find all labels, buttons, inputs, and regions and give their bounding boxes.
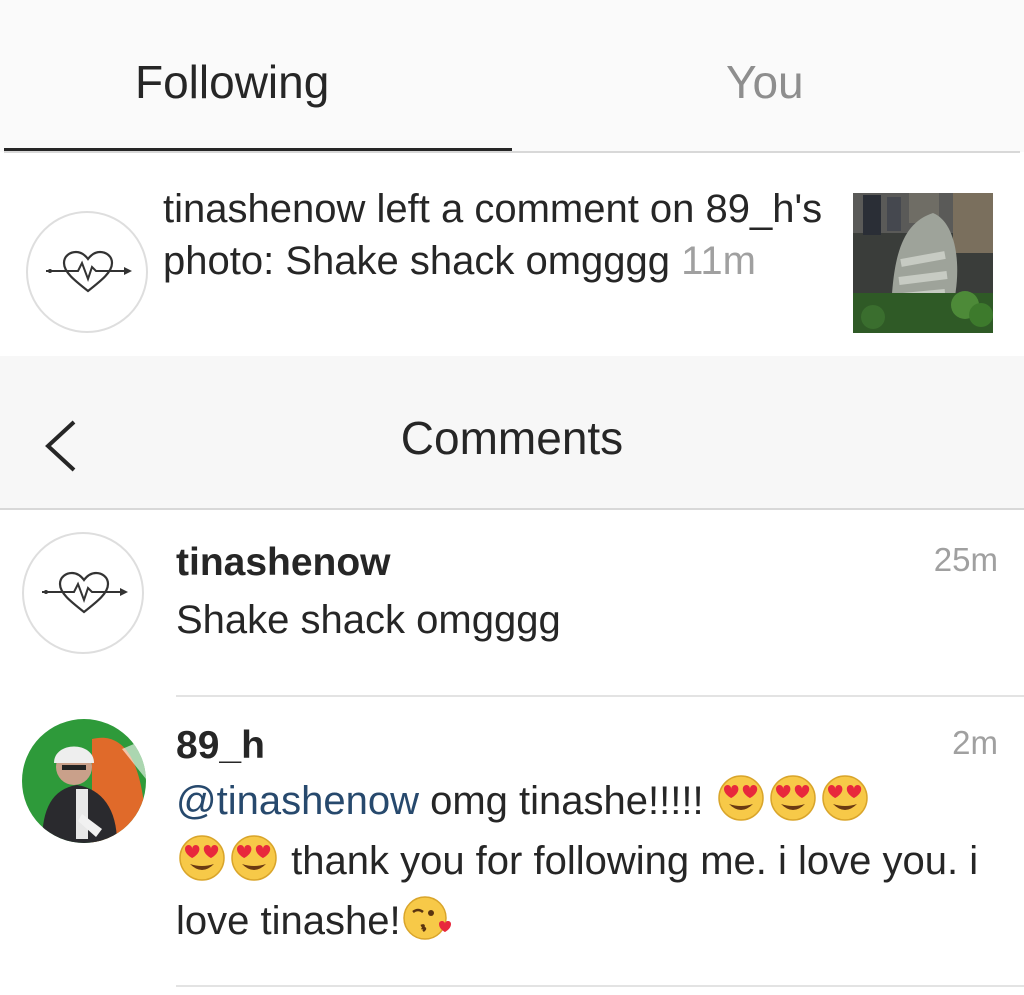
kissing-heart-emoji: [402, 894, 451, 942]
heartbeat-heart-icon: [42, 571, 128, 614]
photo-thumbnail[interactable]: [853, 193, 993, 333]
notification-item[interactable]: tinashenow left a comment on 89_h's phot…: [0, 153, 1024, 356]
heart-eyes-emoji: [821, 774, 869, 822]
avatar[interactable]: [26, 211, 148, 333]
comments-header: Comments: [0, 356, 1024, 510]
activity-tabs: Following You: [0, 0, 1024, 153]
comment-item: tinashenow 25m Shake shack omgggg: [0, 510, 1024, 696]
comment-text: Shake shack omgggg: [176, 598, 561, 642]
mention-link[interactable]: @tinashenow: [176, 779, 419, 823]
heartbeat-heart-icon: [46, 250, 132, 293]
heart-eyes-emoji: [717, 774, 765, 822]
heart-eyes-emoji: [230, 834, 278, 882]
notification-text: tinashenow left a comment on 89_h's phot…: [163, 183, 823, 287]
tab-you[interactable]: You: [726, 52, 804, 112]
comment-divider: [176, 985, 1024, 987]
notification-username[interactable]: tinashenow: [163, 187, 365, 231]
comment-text-part: thank you for following me. i love you. …: [176, 839, 979, 943]
avatar[interactable]: [22, 532, 144, 654]
comment-time: 25m: [933, 541, 998, 578]
comment-text: @tinashenow omg tinashe!!!!! thank you f…: [176, 771, 1006, 951]
comment-item: 89_h 2m @tinashenow omg tinashe!!!!! tha…: [0, 697, 1024, 995]
comment-time: 2m: [952, 724, 998, 761]
avatar[interactable]: [22, 719, 146, 843]
heart-eyes-emoji: [769, 774, 817, 822]
comment-text-part: omg tinashe!!!!!: [418, 779, 715, 823]
comment-username[interactable]: 89_h: [176, 721, 265, 771]
page-title: Comments: [400, 412, 624, 464]
heart-eyes-emoji: [178, 834, 226, 882]
notification-time: 11m: [681, 239, 756, 283]
comment-username[interactable]: tinashenow: [176, 538, 391, 588]
tab-following[interactable]: Following: [135, 52, 329, 112]
